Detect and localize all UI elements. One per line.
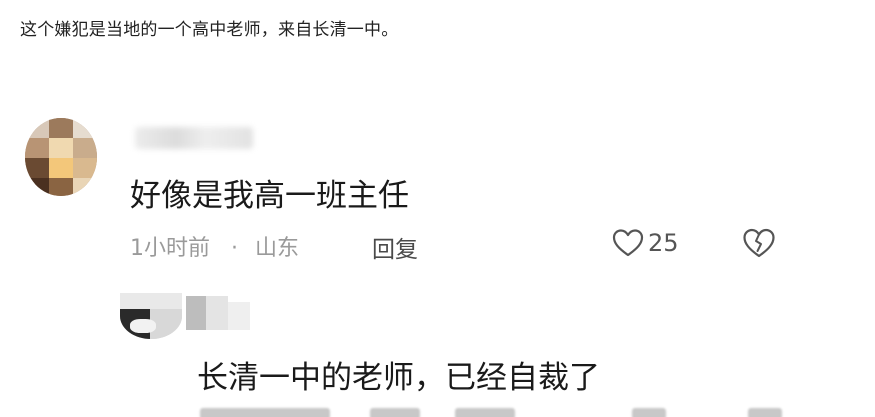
like-button[interactable]: 25	[612, 226, 679, 260]
reply-text: 长清一中的老师，已经自裁了	[197, 360, 600, 396]
commenter-name-blurred	[135, 127, 253, 149]
commenter-avatar[interactable]	[25, 118, 97, 196]
dislike-button[interactable]	[742, 227, 776, 259]
reply-button[interactable]: 回复	[372, 230, 418, 264]
article-caption: 这个嫌犯是当地的一个高中老师，来自长清一中。	[20, 20, 399, 40]
meta-separator: ·	[231, 236, 238, 261]
comment-text: 好像是我高一班主任	[130, 178, 409, 214]
reply-meta-cropped	[200, 408, 800, 417]
comment-time: 1小时前	[130, 236, 210, 261]
reply-name-blurred	[186, 296, 250, 330]
broken-heart-icon	[743, 228, 775, 258]
reply-avatar[interactable]	[120, 293, 182, 339]
heart-outline-icon	[612, 229, 644, 257]
page: 这个嫌犯是当地的一个高中老师，来自长清一中。 好像是我高一班主任 1小时前 · …	[0, 0, 875, 417]
comment-location: 山东	[255, 236, 300, 261]
like-count: 25	[648, 229, 679, 257]
comment-meta: 1小时前 · 山东	[130, 230, 299, 262]
